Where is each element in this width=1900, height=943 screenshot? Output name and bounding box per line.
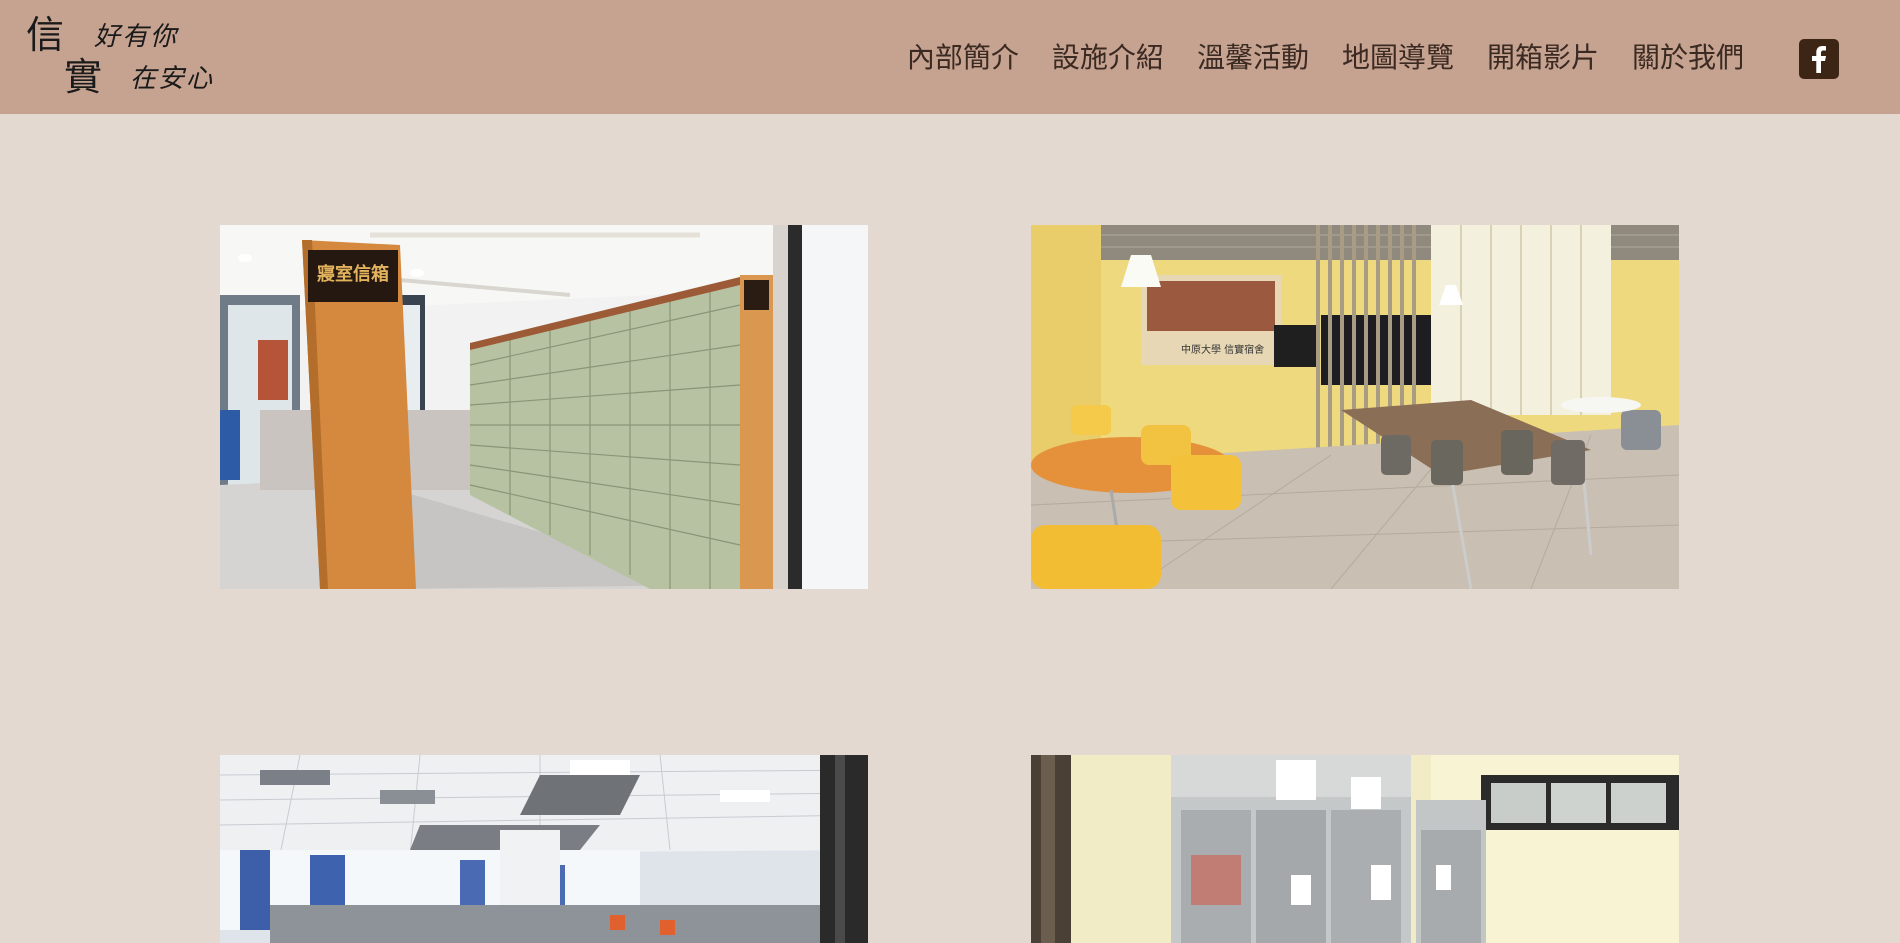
logo-line-bottom: 在安心: [130, 64, 215, 94]
nav-item-map[interactable]: 地圖導覽: [1342, 38, 1454, 78]
main-nav: 內部簡介 設施介紹 溫馨活動 地圖導覽 開箱影片 關於我們: [874, 38, 1744, 78]
lounge-board: 中原大學 信實宿舍: [1181, 343, 1264, 356]
photo-refrigerators[interactable]: [1031, 755, 1679, 943]
nav-item-videos[interactable]: 開箱影片: [1487, 38, 1599, 78]
photo-mailboxes[interactable]: 寢室信箱: [220, 225, 868, 589]
logo-line-top: 好有你: [94, 22, 179, 52]
nav-item-introduction[interactable]: 內部簡介: [907, 38, 1019, 78]
logo-char-bottom: 實: [64, 55, 103, 99]
nav-item-about[interactable]: 關於我們: [1632, 38, 1744, 78]
photo-study-room[interactable]: [220, 755, 868, 943]
logo-char-top: 信: [26, 13, 65, 57]
mailbox-sign: 寢室信箱: [317, 263, 389, 285]
facebook-icon[interactable]: [1799, 39, 1839, 79]
site-logo[interactable]: 信 好有你 實 在安心: [26, 14, 236, 102]
nav-item-facilities[interactable]: 設施介紹: [1052, 38, 1164, 78]
photo-lounge[interactable]: 中原大學 信實宿舍: [1031, 225, 1679, 589]
site-header: 信 好有你 實 在安心 內部簡介 設施介紹 溫馨活動 地圖導覽 開箱影片 關於我…: [0, 0, 1900, 114]
nav-item-activities[interactable]: 溫馨活動: [1197, 38, 1309, 78]
